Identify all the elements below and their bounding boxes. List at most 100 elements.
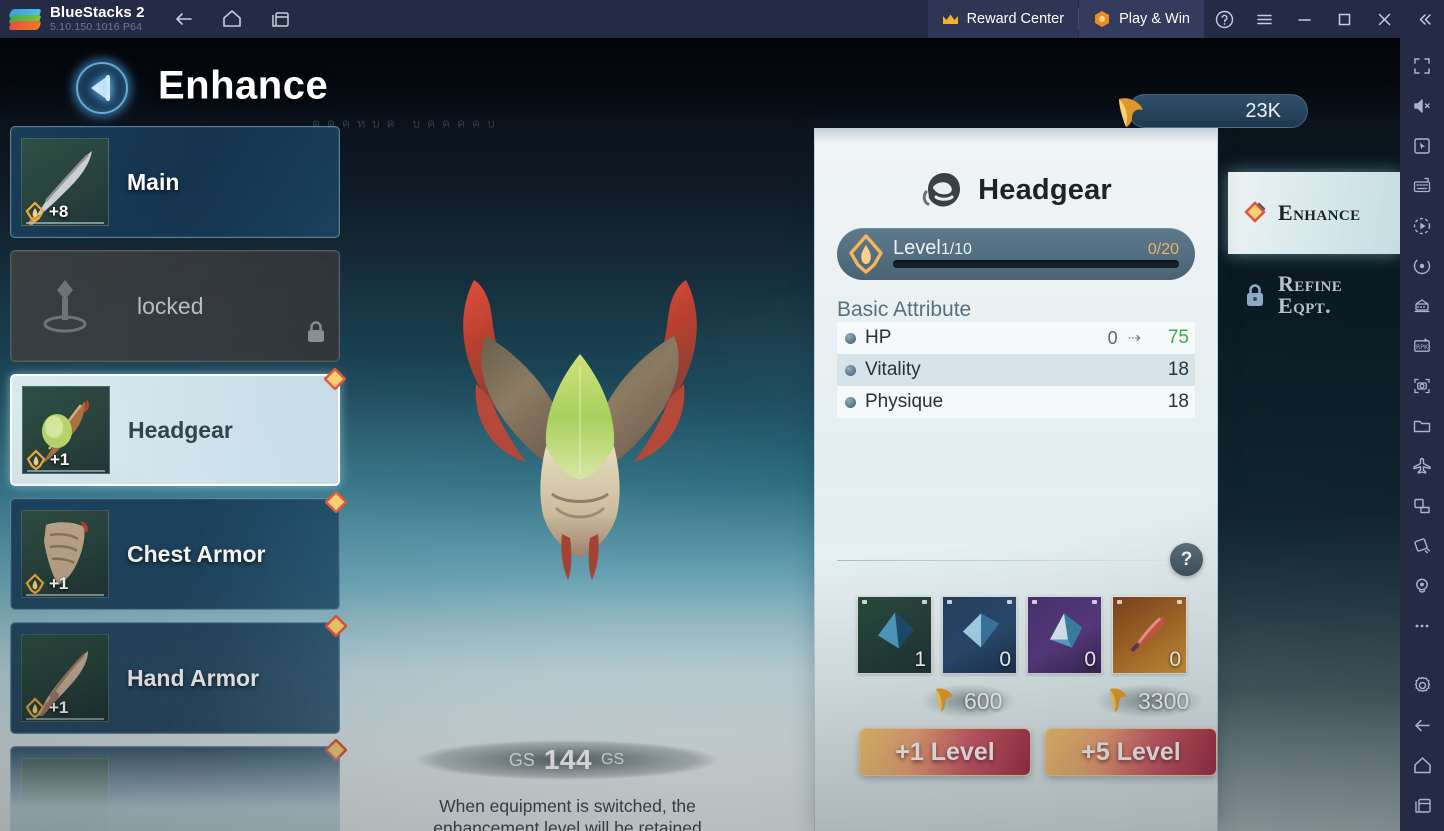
mode-tab-enhance[interactable]: Enhance	[1228, 172, 1400, 254]
help-icon[interactable]	[1204, 0, 1244, 38]
slot-pin-icon	[922, 600, 927, 604]
game-viewport: GS 144 GS When equipment is switched, th…	[0, 38, 1400, 831]
switch-hint-line1: When equipment is switched, the	[439, 796, 696, 816]
plus-five-level-button[interactable]: +5 Level	[1045, 728, 1217, 776]
enhance-flame-icon	[843, 231, 889, 277]
equipment-thumbnail: +1	[22, 386, 110, 474]
fullscreen-icon[interactable]	[1400, 46, 1444, 86]
material-slot-3[interactable]: 0	[1027, 596, 1102, 674]
location-icon[interactable]	[1400, 566, 1444, 606]
home-icon[interactable]	[1400, 745, 1444, 785]
lock-icon	[1242, 282, 1268, 308]
material-slot-1[interactable]: 1	[857, 596, 932, 674]
help-button[interactable]: ?	[1170, 543, 1203, 576]
recents-icon[interactable]	[1400, 785, 1444, 825]
plus-one-level-button[interactable]: +1 Level	[859, 728, 1031, 776]
shake-icon[interactable]	[1400, 526, 1444, 566]
multi-instance-icon[interactable]	[269, 8, 291, 30]
enhance-level-badge: +1	[24, 697, 68, 719]
attribute-name: HP	[865, 327, 892, 348]
shard-icon-green	[872, 610, 918, 657]
back-arrow-bar	[106, 75, 110, 101]
equipment-item-partial[interactable]	[10, 738, 348, 831]
equipment-thumbnail	[21, 758, 109, 831]
collapse-icon[interactable]	[1404, 0, 1444, 38]
app-version: 5.10.150.1016 P64	[50, 20, 143, 33]
mode-tab-refine-labels: Refine Eqpt.	[1278, 272, 1342, 318]
level-progress-track	[893, 260, 1179, 268]
minimize-icon[interactable]	[1284, 0, 1324, 38]
enhance-costs: 600 3300	[857, 684, 1217, 718]
bluestacks-titlebar: BlueStacks 2 5.10.150.1016 P64 Reward Ce…	[0, 0, 1444, 38]
attribute-row-vitality: Vitality 18	[837, 354, 1195, 386]
item-detail-panel: Headgear Level1/10 0/20 Basic Attribute …	[814, 128, 1218, 831]
titlebar-nav-group	[173, 8, 291, 30]
mode-tab-refine[interactable]: Refine Eqpt.	[1228, 254, 1400, 336]
equipment-item-label: Main	[127, 168, 180, 195]
settings-icon[interactable]	[1400, 665, 1444, 705]
thumb-underline	[26, 222, 104, 224]
equipment-item-label: Headgear	[128, 416, 233, 443]
enhance-level-text: +8	[49, 202, 69, 221]
keymapping-icon[interactable]	[1400, 166, 1444, 206]
back-icon[interactable]	[1400, 705, 1444, 745]
screenshot-icon[interactable]	[1400, 366, 1444, 406]
switch-hint-line2: enhancement level will be retained	[433, 817, 702, 831]
airplane-mode-icon[interactable]	[1400, 446, 1444, 486]
lock-icon	[305, 320, 327, 349]
equipment-item-hand-armor[interactable]: +1 Hand Armor	[10, 614, 348, 734]
crown-icon	[942, 13, 959, 26]
equipment-item-label: locked	[137, 292, 204, 319]
gold-shard-icon	[931, 685, 957, 718]
item-artwork	[430, 258, 730, 588]
reward-center-button[interactable]: Reward Center	[927, 0, 1079, 38]
play-and-win-button[interactable]: Play & Win	[1079, 0, 1204, 38]
shard-icon-purple	[1042, 610, 1088, 657]
enhance-level-badge: +8	[24, 201, 68, 223]
media-folder-icon[interactable]	[1400, 406, 1444, 446]
multi-instance-manager-icon[interactable]	[1400, 286, 1444, 326]
equipment-item-locked[interactable]: locked	[10, 250, 340, 362]
gold-shard-icon	[1105, 685, 1131, 718]
cursor-icon[interactable]	[1400, 126, 1444, 166]
cost-plus-five: 3300	[1095, 684, 1204, 718]
level-label: Level1/10	[893, 237, 972, 260]
attribute-name: Vitality	[865, 359, 921, 380]
cost-plus-one: 600	[921, 684, 1017, 718]
more-icon[interactable]	[1400, 606, 1444, 646]
equipment-item-main[interactable]: +8 Main	[10, 126, 340, 238]
menu-icon[interactable]	[1244, 0, 1284, 38]
upgrade-available-gem-icon	[324, 738, 348, 762]
equipment-thumbnail: +1	[21, 510, 109, 598]
back-icon[interactable]	[173, 8, 195, 30]
enhance-level-text: +1	[49, 574, 69, 593]
currency-display[interactable]: 23K	[1119, 94, 1308, 128]
maximize-icon[interactable]	[1324, 0, 1364, 38]
mode-tabs: Enhance Refine Eqpt.	[1228, 172, 1400, 336]
bullet-icon	[845, 396, 856, 408]
eco-mode-icon[interactable]	[1400, 246, 1444, 286]
slot-pin-icon	[1117, 600, 1122, 604]
panel-title: Headgear	[837, 170, 1195, 210]
attribute-row-hp: HP 0 ⇢ 75	[837, 322, 1195, 354]
macro-record-icon[interactable]	[1400, 206, 1444, 246]
reward-center-label: Reward Center	[966, 11, 1065, 27]
back-button[interactable]	[68, 54, 136, 122]
equipment-item-headgear[interactable]: +1 Headgear	[10, 367, 347, 486]
helmet-icon	[920, 170, 966, 210]
material-slot-4[interactable]: 0	[1112, 596, 1187, 674]
slot-pin-icon	[1177, 600, 1182, 604]
home-icon[interactable]	[221, 8, 243, 30]
rpk-icon[interactable]: RPK	[1400, 326, 1444, 366]
rotate-icon[interactable]	[1400, 486, 1444, 526]
currency-amount: 23K	[1245, 99, 1281, 122]
mute-icon[interactable]	[1400, 86, 1444, 126]
material-slot-2[interactable]: 0	[942, 596, 1017, 674]
bluestacks-title-block: BlueStacks 2 5.10.150.1016 P64	[50, 5, 145, 33]
equipment-item-chest-armor[interactable]: +1 Chest Armor	[10, 490, 348, 610]
mode-tab-enhance-label: Enhance	[1278, 199, 1361, 225]
bluestacks-logo	[8, 6, 42, 32]
thumb-underline	[26, 594, 104, 596]
page-title: Enhance	[158, 63, 329, 108]
close-icon[interactable]	[1364, 0, 1404, 38]
